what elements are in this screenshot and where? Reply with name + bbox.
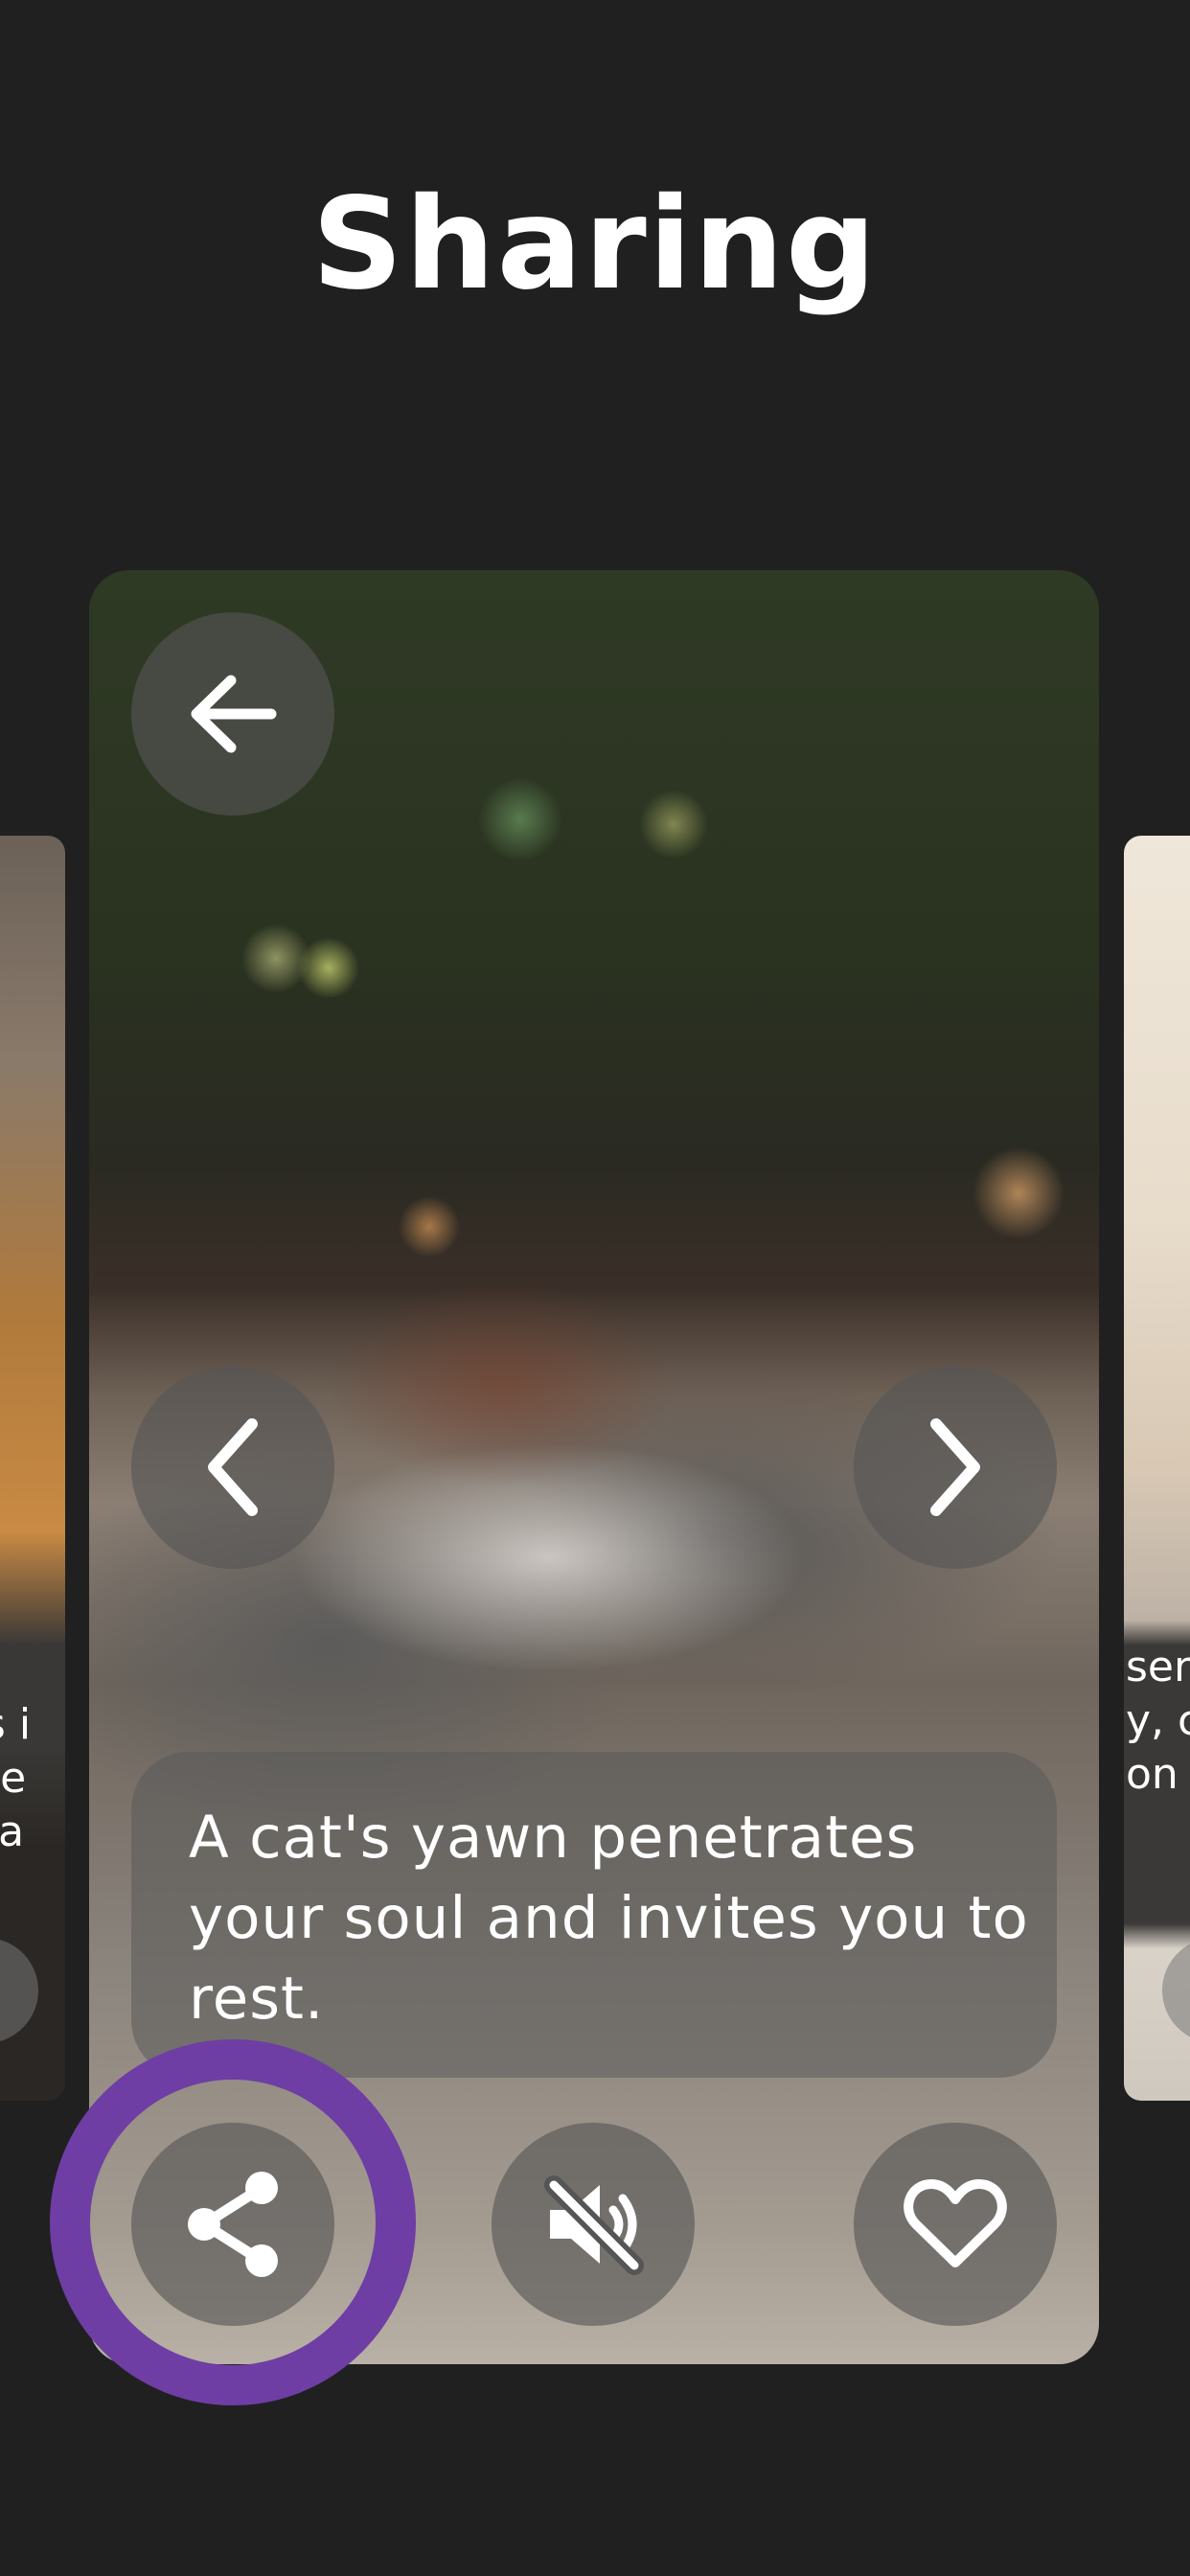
arrow-left-icon [185,671,281,757]
chevron-left-icon [199,1414,266,1520]
back-button[interactable] [131,612,334,816]
heart-icon [903,2176,1008,2272]
fact-caption: A cat's yawn penetrates your soul and in… [189,1804,1029,2033]
next-card-preview[interactable]: ser y, c on [1124,836,1190,2101]
next-fact-button[interactable] [854,1366,1057,1569]
next-card-button [1162,1938,1190,2043]
previous-card-caption: ss i ine ca [0,1700,32,1856]
mute-button[interactable] [492,2123,695,2326]
previous-card-button [0,1938,38,2043]
volume-muted-icon [540,2172,646,2277]
next-card-caption: ser y, c on [1126,1643,1190,1799]
chevron-right-icon [922,1414,989,1520]
caption-panel: A cat's yawn penetrates your soul and in… [131,1752,1057,2078]
previous-fact-button[interactable] [131,1366,334,1569]
page-title: Sharing [311,171,879,318]
favorite-button[interactable] [854,2123,1057,2326]
share-highlight-ring [50,2039,416,2405]
previous-card-preview[interactable]: ss i ine ca [0,836,65,2101]
